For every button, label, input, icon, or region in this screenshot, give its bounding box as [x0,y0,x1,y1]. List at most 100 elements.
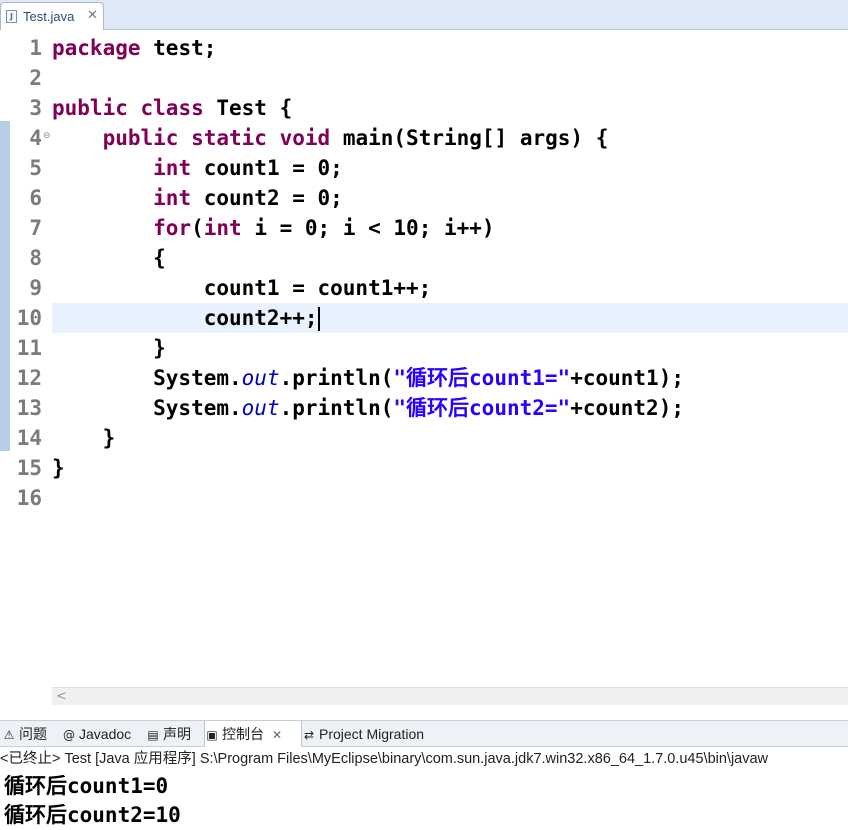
code-text: for(int i = 0; i < 10; i++) [52,213,848,243]
code-token: .println( [279,396,394,420]
scroll-left-arrow-icon[interactable]: < [56,688,67,705]
keyword-token: public [52,96,128,120]
line-number: 15 [16,456,42,480]
code-line[interactable]: 4 ⊖ public static void main(String[] args… [0,123,848,153]
console-status-line: <已终止> Test [Java 应用程序] S:\Program Files\… [0,747,848,771]
code-line[interactable]: 12 System.out.println("循环后count1="+count… [0,363,848,393]
code-token: System. [52,396,242,420]
code-token: main(String[] args) { [330,126,609,150]
line-number: 1 [29,36,42,60]
keyword-token: class [140,96,204,120]
code-text: } [52,453,848,483]
static-field-token: out [241,396,280,420]
code-token: } [52,456,65,480]
code-line[interactable]: 6 int count2 = 0; [0,183,848,213]
code-token: } [52,336,166,360]
keyword-token: package [52,36,141,60]
static-field-token: out [241,366,280,390]
line-number: 6 [29,186,42,210]
code-token: count1 = count1++; [52,276,432,300]
panel-tab-problems[interactable]: ⚠ 问题 [2,721,60,747]
panel-tab-migration[interactable]: ⇄ Project Migration [302,721,452,747]
panel-tab-javadoc[interactable]: @ Javadoc [62,721,144,747]
line-number: 12 [16,366,42,390]
code-text: count2++; [52,303,848,333]
line-number: 3 [29,96,42,120]
keyword-token: for [153,216,192,240]
code-line[interactable]: 1 package test; [0,33,848,63]
code-line[interactable]: 7 for(int i = 0; i < 10; i++) [0,213,848,243]
code-text: { [52,243,848,273]
code-token: System. [52,366,242,390]
string-literal: "循环后count2=" [393,396,571,420]
console-output[interactable]: 循环后count1=0 循环后count2=10 [0,772,848,830]
keyword-token: static [191,126,267,150]
console-icon: ▣ [206,728,218,742]
horizontal-scrollbar[interactable]: < [52,687,848,705]
console-output-line: 循环后count1=0 [4,774,169,798]
code-line[interactable]: 16 [0,483,848,513]
editor-tab-label: Test.java [23,9,75,24]
line-number: 13 [16,396,42,420]
panel-tab-label: 问题 [19,726,47,742]
code-token: +count2); [570,396,684,420]
panel-tab-label: Javadoc [79,726,132,742]
code-line[interactable]: 9 count1 = count1++; [0,273,848,303]
close-icon[interactable]: ✕ [272,728,282,742]
code-line[interactable]: 14 } [0,423,848,453]
text-caret [317,307,320,331]
line-number: 5 [29,156,42,180]
code-token: ( [191,216,204,240]
code-token: { [52,246,166,270]
code-line[interactable]: 11 } [0,333,848,363]
code-line[interactable]: 3 public class Test { [0,93,848,123]
keyword-token: int [203,216,242,240]
panel-tab-console[interactable]: ▣ 控制台 ✕ [204,721,302,747]
code-token: count1 = 0; [191,156,343,180]
migration-icon: ⇄ [303,728,315,742]
close-icon[interactable]: ✕ [87,8,98,23]
line-number: 11 [16,336,42,360]
code-line[interactable]: 15} [0,453,848,483]
fold-toggle-icon[interactable]: ⊖ [43,131,51,141]
line-number: 2 [29,66,42,90]
code-text: } [52,333,848,363]
code-token: count2++; [52,306,318,330]
code-line[interactable]: 2 [0,63,848,93]
code-editor[interactable]: 1 package test; 2 3 public class Test { 4 ⊖ pu… [0,31,848,687]
keyword-token: void [279,126,331,150]
code-text: count1 = count1++; [52,273,848,303]
code-text: package test; [52,33,848,63]
code-line[interactable]: 8 { [0,243,848,273]
code-token: Test { [203,96,293,120]
string-literal: "循环后count1=" [393,366,571,390]
panel-tab-label: Project Migration [319,726,425,742]
code-line[interactable]: 13 System.out.println("循环后count2="+count… [0,393,848,423]
code-text: } [52,423,848,453]
code-token: } [52,426,116,450]
panel-tab-declaration[interactable]: ▤ 声明 [146,721,202,747]
code-token: count2 = 0; [191,186,343,210]
code-text: public static void main(String[] args) { [52,123,848,153]
code-text: System.out.println("循环后count2="+count2); [52,393,848,423]
code-token: test; [140,36,217,60]
console-output-line: 循环后count2=10 [4,803,181,827]
line-number: 7 [29,216,42,240]
line-number: 14 [16,426,42,450]
editor-tab-bar: J Test.java ✕ [0,0,848,30]
editor-tab-test-java[interactable]: J Test.java ✕ [0,2,104,30]
javadoc-icon: @ [63,728,75,742]
line-number: 9 [29,276,42,300]
code-line[interactable]: 10 count2++; [0,303,848,333]
code-token: +count1); [570,366,684,390]
line-number: 16 [16,486,42,510]
code-line[interactable]: 5 int count1 = 0; [0,153,848,183]
code-text: int count1 = 0; [52,153,848,183]
declaration-icon: ▤ [147,728,159,742]
